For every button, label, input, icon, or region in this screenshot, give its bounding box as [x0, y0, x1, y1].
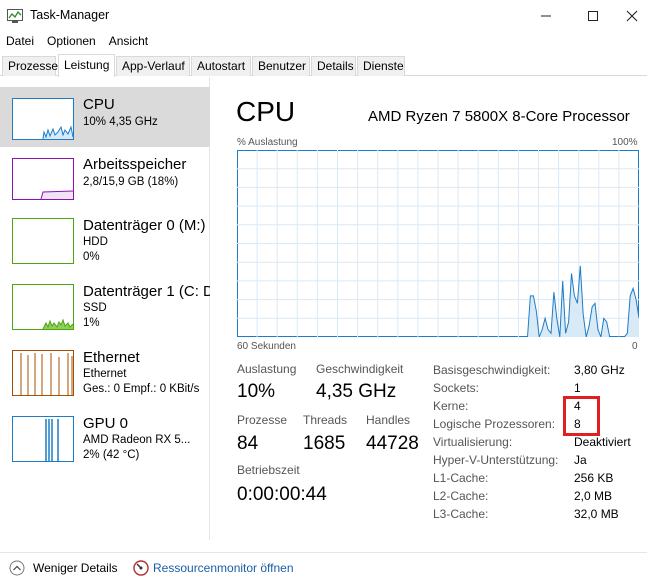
maximize-button[interactable] [570, 0, 616, 32]
detail-value: 2,0 MB [574, 489, 613, 503]
stat-auslastung-label: Auslastung [237, 362, 297, 376]
graph-time-start: 60 Sekunden [237, 341, 296, 352]
stat-threads-value: 1685 [303, 433, 346, 454]
ethernet-thumbnail [12, 350, 74, 396]
detail-label: Kerne: [433, 399, 469, 413]
stat-threads-label: Threads [303, 413, 348, 427]
sidebar-item-sub: 10% 4,35 GHz [83, 116, 158, 128]
sidebar-item-sub2: Ges.: 0 Empf.: 0 KBit/s [83, 383, 200, 395]
ethernet-mini-graph [20, 353, 73, 395]
disk0-thumbnail [12, 218, 74, 264]
stat-geschwindigkeit-label: Geschwindigkeit [316, 362, 404, 376]
close-button[interactable] [616, 0, 647, 32]
title-bar: Task-Manager [0, 0, 647, 32]
sidebar-item-sub: Ethernet [83, 368, 127, 380]
menu-ansicht[interactable]: Ansicht [103, 32, 155, 52]
tab-details[interactable]: Details [311, 56, 356, 76]
detail-value: Ja [574, 453, 587, 467]
cpu-thumbnail [12, 98, 74, 140]
resource-monitor-icon[interactable] [133, 560, 149, 576]
task-manager-icon [7, 9, 23, 23]
tab-leistung[interactable]: Leistung [58, 54, 115, 77]
sidebar-item-gpu[interactable]: GPU 0 AMD Radeon RX 5... 2% (42 °C) [0, 411, 210, 477]
sidebar-item-title: Datenträger 1 (C: D [83, 283, 210, 300]
processor-name: AMD Ryzen 7 5800X 8-Core Processor [368, 108, 630, 125]
sidebar-item-sub2: 0% [83, 251, 100, 263]
sidebar-item-sub: SSD [83, 302, 107, 314]
detail-value: 32,0 MB [574, 507, 619, 521]
memory-thumbnail [12, 158, 74, 200]
memory-mini-graph [13, 190, 73, 199]
disk1-thumbnail [12, 284, 74, 330]
detail-label: Basisgeschwindigkeit: [433, 363, 551, 377]
footer: Weniger Details Ressourcenmonitor öffnen [0, 552, 647, 584]
stat-prozesse-value: 84 [237, 433, 259, 454]
minimize-button[interactable] [523, 0, 569, 32]
detail-label: Logische Prozessoren: [433, 417, 556, 431]
stat-handles-label: Handles [366, 413, 411, 427]
cpu-mini-graph [13, 125, 73, 139]
sidebar: CPU 10% 4,35 GHz Arbeitsspeicher 2,8/15,… [0, 77, 210, 540]
tab-bar: Prozesse Leistung App-Verlauf Autostart … [0, 54, 647, 77]
graph-time-end: 0 [632, 341, 638, 352]
stat-betriebszeit-label: Betriebszeit [237, 463, 300, 477]
minimize-icon [541, 15, 551, 17]
detail-value: 3,80 GHz [574, 363, 625, 377]
graph-label-max: 100% [612, 137, 638, 148]
tab-autostart[interactable]: Autostart [191, 56, 251, 76]
maximize-icon [588, 11, 598, 21]
window-title: Task-Manager [30, 8, 110, 22]
page-title: CPU [236, 96, 296, 127]
sidebar-item-sub: AMD Radeon RX 5... [83, 434, 191, 446]
detail-label: Sockets: [433, 381, 480, 395]
resource-monitor-link[interactable]: Ressourcenmonitor öffnen [153, 561, 294, 575]
detail-value: 1 [574, 381, 581, 395]
detail-label: L3-Cache: [433, 507, 489, 521]
detail-label: L1-Cache: [433, 471, 489, 485]
tab-app-verlauf[interactable]: App-Verlauf [116, 56, 190, 76]
sidebar-item-sub2: 1% [83, 317, 100, 329]
sidebar-item-title: CPU [83, 96, 115, 113]
gpu-thumbnail [12, 416, 74, 462]
less-details-button[interactable]: Weniger Details [33, 561, 117, 575]
tab-dienste[interactable]: Dienste [357, 56, 405, 76]
menu-datei[interactable]: Datei [0, 32, 41, 52]
cpu-usage-graph [237, 150, 639, 337]
sidebar-item-disk-1[interactable]: Datenträger 1 (C: D SSD 1% [0, 279, 210, 345]
highlight-annotation [563, 396, 600, 436]
sidebar-item-title: GPU 0 [83, 415, 129, 432]
detail-value: Deaktiviert [574, 435, 631, 449]
tab-prozesse[interactable]: Prozesse [2, 56, 58, 76]
sidebar-item-sub: HDD [83, 236, 108, 248]
detail-label: Virtualisierung: [433, 435, 513, 449]
detail-label: Hyper-V-Unterstützung: [433, 453, 559, 467]
close-icon [626, 10, 637, 22]
menu-bar: Datei Optionen Ansicht [0, 32, 647, 52]
chevron-up-icon[interactable] [9, 560, 25, 576]
sidebar-item-disk-0[interactable]: Datenträger 0 (M:) HDD 0% [0, 213, 210, 279]
detail-value: 256 KB [574, 471, 614, 485]
disk1-mini-graph [42, 318, 73, 329]
sidebar-item-ethernet[interactable]: Ethernet Ethernet Ges.: 0 Empf.: 0 KBit/… [0, 345, 210, 411]
sidebar-item-cpu[interactable]: CPU 10% 4,35 GHz [0, 87, 210, 147]
sidebar-item-sub2: 2% (42 °C) [83, 449, 140, 461]
sidebar-item-memory[interactable]: Arbeitsspeicher 2,8/15,9 GB (18%) [0, 147, 210, 213]
detail-label: L2-Cache: [433, 489, 489, 503]
menu-optionen[interactable]: Optionen [41, 32, 103, 52]
tab-benutzer[interactable]: Benutzer [252, 56, 310, 76]
stat-prozesse-label: Prozesse [237, 413, 288, 427]
gpu-mini-graph [45, 419, 59, 461]
stat-geschwindigkeit-value: 4,35 GHz [316, 381, 397, 402]
sidebar-item-title: Ethernet [83, 349, 140, 366]
stat-auslastung-value: 10% [237, 381, 276, 402]
stat-betriebszeit-value: 0:00:00:44 [237, 484, 327, 505]
sidebar-item-title: Arbeitsspeicher [83, 156, 187, 173]
sidebar-item-title: Datenträger 0 (M:) [83, 217, 206, 234]
stat-handles-value: 44728 [366, 433, 419, 454]
sidebar-item-sub: 2,8/15,9 GB (18%) [83, 176, 179, 188]
graph-label-utilization: % Auslastung [237, 137, 298, 148]
